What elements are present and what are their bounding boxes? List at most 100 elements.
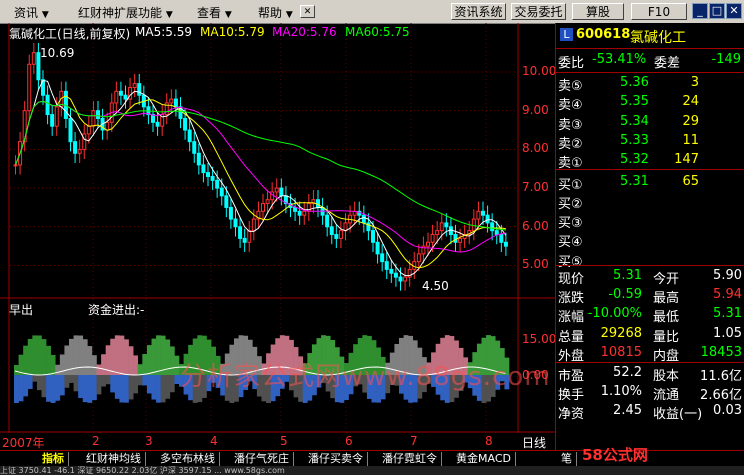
fund-flow-bar (87, 346, 93, 375)
fund-flow-bar (174, 375, 180, 385)
fundamental-value: 2.45 (613, 403, 642, 419)
menu-info[interactable]: 资讯 ▼ (14, 4, 49, 21)
tab-indicator[interactable]: 潘仔气死庄 (230, 452, 294, 466)
trade-button[interactable]: 交易委托 (511, 3, 566, 20)
candle-body (485, 214, 490, 224)
sell-row: 卖③ 5.34 29 (556, 113, 744, 133)
fund-flow-bar (91, 375, 97, 401)
tab-extra[interactable]: 笔 (557, 452, 577, 466)
order-price: 5.33 (620, 132, 649, 148)
lower-indicator-label: 资金进出:- (88, 303, 145, 317)
tab-indicator[interactable]: 多空布林线 (156, 452, 220, 466)
fund-flow-bar (151, 338, 157, 375)
stat-value: 5.94 (713, 287, 742, 303)
fund-flow-bar (78, 335, 84, 375)
xtick: 5 (280, 434, 288, 448)
fundamental-value: 52.2 (613, 365, 642, 380)
order-level-label: 卖⑤ (558, 79, 583, 94)
fund-flow-bar (46, 345, 51, 375)
close-icon[interactable]: ✕ (300, 5, 315, 18)
tab-indicator[interactable]: 红财神均线 (82, 452, 146, 466)
fund-flow-bar (55, 375, 61, 401)
fund-flow-bar (50, 375, 56, 403)
fundamental-label: 市盈 (558, 369, 585, 384)
fund-flow-bar (101, 354, 106, 375)
candle-body (274, 187, 279, 193)
candle-body (27, 63, 32, 112)
candle-body (137, 83, 142, 96)
ma20-label: MA20:5.76 (272, 25, 337, 39)
stock-code: 600618 (576, 27, 631, 42)
calc-button[interactable]: 算股 (572, 3, 624, 20)
candle-body (389, 268, 394, 274)
menu-view[interactable]: 查看 ▼ (197, 4, 232, 21)
high-marker: 10.69 (40, 46, 75, 60)
candle-body (329, 226, 334, 236)
candle-body (219, 187, 224, 197)
candle-body (228, 206, 233, 220)
weibi-value: -53.41% (592, 52, 647, 67)
close-window-icon[interactable]: ✕ (726, 3, 742, 19)
tab-indicator[interactable]: 黄金MACD (452, 452, 516, 466)
fund-flow-bar (119, 375, 125, 403)
lower-indicator-title: 早出 (9, 303, 34, 317)
menu-help[interactable]: 帮助 ▼ (258, 4, 293, 21)
stat-row: 涨幅 -10.00% 最低 5.31 (556, 306, 744, 326)
candle-body (118, 90, 123, 96)
fund-flow-bar (96, 364, 102, 375)
menu-extensions[interactable]: 红财神扩展功能 ▼ (78, 4, 173, 21)
fund-flow-bar (160, 375, 166, 403)
weicha-value: -149 (711, 52, 741, 67)
order-volume: 29 (682, 113, 699, 129)
fundamental-label: 净资 (558, 407, 585, 423)
fund-flow-bar (32, 375, 38, 382)
order-volume: 24 (682, 94, 699, 110)
candle-body (155, 121, 160, 127)
stat-row: 总量 29268 量比 1.05 (556, 326, 744, 345)
stat-label: 最低 (653, 310, 680, 326)
fund-flow-bar (82, 375, 88, 403)
order-level-label: 买⑤ (558, 254, 583, 270)
candle-body (426, 241, 430, 247)
candle-body (265, 199, 270, 205)
fund-flow-bar (128, 346, 134, 375)
info-system-button[interactable]: 资讯系统 (451, 3, 506, 20)
order-price: 5.36 (620, 75, 649, 90)
fund-flow-bar (119, 335, 125, 375)
tab-indicator[interactable]: 潘仔霓虹令 (378, 452, 442, 466)
candle-body (458, 237, 463, 243)
stat-value: -10.00% (587, 306, 642, 322)
f10-button[interactable]: F10 (631, 3, 687, 20)
maximize-icon[interactable]: □ (709, 3, 725, 19)
order-price: 5.34 (620, 113, 649, 129)
candle-body (453, 234, 458, 243)
sell-row: 卖④ 5.35 24 (556, 94, 744, 113)
minimize-icon[interactable]: _ (692, 3, 708, 19)
fund-flow-bar (151, 375, 157, 400)
fund-flow-bar (165, 375, 171, 399)
fund-flow-bar (27, 338, 33, 375)
candle-body (54, 106, 59, 127)
candle-body (73, 141, 78, 154)
xtick: 8 (485, 434, 493, 448)
status-bar: 上证 3750.41 -46.1 深证 9650.22 2.03亿 沪深 359… (0, 466, 744, 475)
fund-flow-bar (46, 375, 51, 402)
fund-flow-bar (114, 375, 120, 399)
fund-flow-bar (87, 375, 93, 403)
tab-indicator[interactable]: 潘仔买卖令 (304, 452, 368, 466)
fundamental-label: 换手 (558, 388, 585, 404)
fund-flow-bar (59, 375, 65, 396)
candle-body (494, 230, 499, 236)
ma60-label: MA60:5.75 (345, 25, 410, 39)
fund-flow-bar (137, 364, 143, 375)
candle-body (261, 203, 265, 212)
buy-row: 买④ (556, 231, 744, 250)
fund-flow-bar (114, 335, 120, 375)
candle-body (393, 272, 398, 278)
stat-label: 现价 (558, 272, 585, 287)
fund-flow-bar (156, 375, 161, 403)
stat-label: 内盘 (653, 348, 680, 364)
candle-body (403, 276, 408, 282)
candle-body (123, 94, 128, 100)
tab-indicator[interactable]: 指标 (38, 452, 69, 466)
